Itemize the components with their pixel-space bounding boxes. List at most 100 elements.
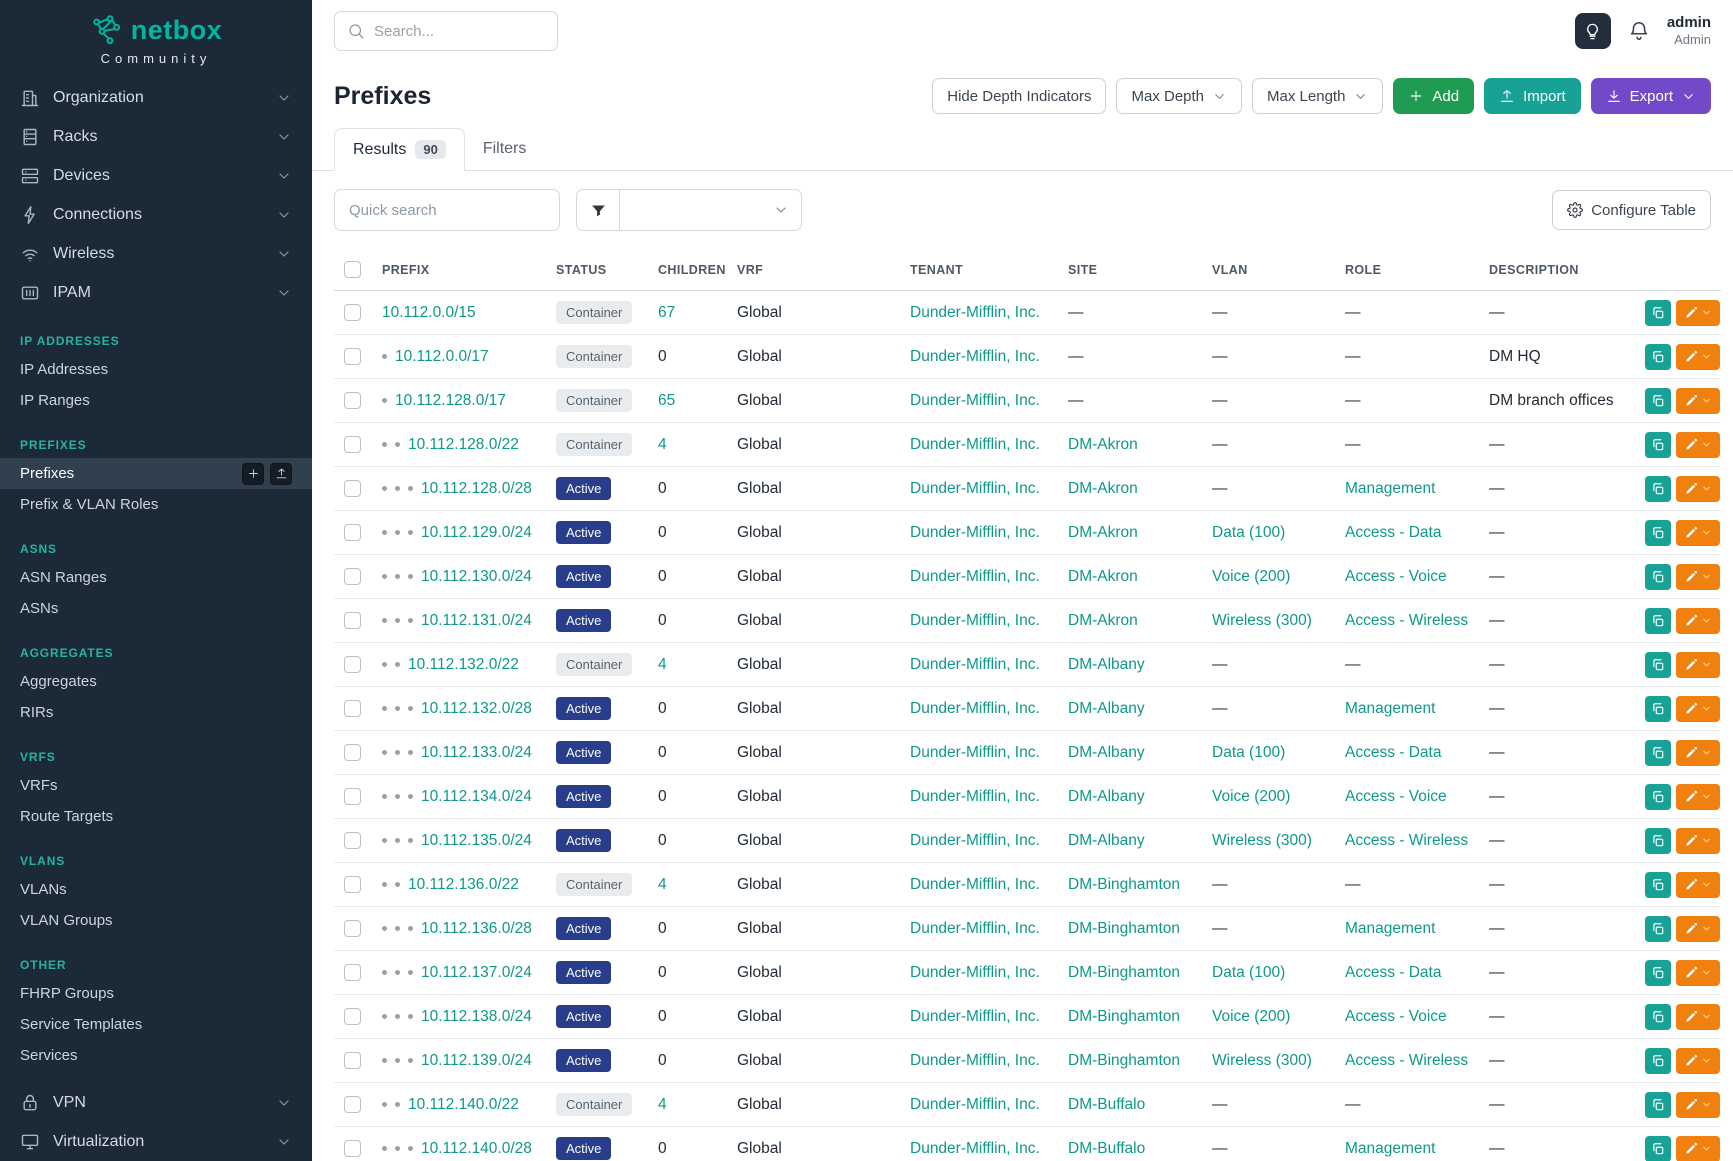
column-header-description[interactable]: DESCRIPTION xyxy=(1479,249,1635,291)
sidebar-item-ipam[interactable]: IPAM xyxy=(0,273,312,312)
row-checkbox[interactable] xyxy=(344,1008,361,1025)
tenant-link[interactable]: Dunder-Mifflin, Inc. xyxy=(910,964,1040,981)
role-link[interactable]: Access - Wireless xyxy=(1345,1052,1468,1069)
tenant-link[interactable]: Dunder-Mifflin, Inc. xyxy=(910,392,1040,409)
prefix-link[interactable]: 10.112.131.0/24 xyxy=(421,612,532,629)
clone-button[interactable] xyxy=(1645,608,1671,634)
clone-button[interactable] xyxy=(1645,872,1671,898)
tenant-link[interactable]: Dunder-Mifflin, Inc. xyxy=(910,788,1040,805)
vlan-link[interactable]: Voice (200) xyxy=(1212,1008,1290,1025)
edit-button[interactable] xyxy=(1676,608,1720,634)
sidebar-item-asn-ranges[interactable]: ASN Ranges xyxy=(0,562,312,593)
sidebar-item-connections[interactable]: Connections xyxy=(0,195,312,234)
edit-button[interactable] xyxy=(1676,740,1720,766)
edit-button[interactable] xyxy=(1676,344,1720,370)
prefix-link[interactable]: 10.112.130.0/24 xyxy=(421,568,532,585)
sidebar-item-virtualization[interactable]: Virtualization xyxy=(0,1122,312,1161)
edit-button[interactable] xyxy=(1676,696,1720,722)
site-link[interactable]: DM-Akron xyxy=(1068,612,1138,629)
prefix-link[interactable]: 10.112.128.0/22 xyxy=(408,436,519,453)
clone-button[interactable] xyxy=(1645,1048,1671,1074)
column-header-children[interactable]: CHILDREN xyxy=(648,249,727,291)
sidebar-item-fhrp-groups[interactable]: FHRP Groups xyxy=(0,978,312,1009)
edit-button[interactable] xyxy=(1676,960,1720,986)
role-link[interactable]: Management xyxy=(1345,920,1435,937)
row-checkbox[interactable] xyxy=(344,436,361,453)
column-header-tenant[interactable]: TENANT xyxy=(900,249,1058,291)
prefix-link[interactable]: 10.112.137.0/24 xyxy=(421,964,532,981)
clone-button[interactable] xyxy=(1645,916,1671,942)
prefix-link[interactable]: 10.112.136.0/28 xyxy=(421,920,532,937)
edit-button[interactable] xyxy=(1676,300,1720,326)
row-checkbox[interactable] xyxy=(344,964,361,981)
tenant-link[interactable]: Dunder-Mifflin, Inc. xyxy=(910,612,1040,629)
role-link[interactable]: Management xyxy=(1345,700,1435,717)
prefix-link[interactable]: 10.112.140.0/22 xyxy=(408,1096,519,1113)
row-checkbox[interactable] xyxy=(344,1052,361,1069)
tenant-link[interactable]: Dunder-Mifflin, Inc. xyxy=(910,304,1040,321)
tenant-link[interactable]: Dunder-Mifflin, Inc. xyxy=(910,1008,1040,1025)
row-checkbox[interactable] xyxy=(344,744,361,761)
clone-button[interactable] xyxy=(1645,476,1671,502)
edit-button[interactable] xyxy=(1676,652,1720,678)
edit-button[interactable] xyxy=(1676,1048,1720,1074)
add-button[interactable]: Add xyxy=(1393,78,1474,114)
tenant-link[interactable]: Dunder-Mifflin, Inc. xyxy=(910,436,1040,453)
prefix-link[interactable]: 10.112.128.0/28 xyxy=(421,480,532,497)
vlan-link[interactable]: Wireless (300) xyxy=(1212,832,1312,849)
prefix-link[interactable]: 10.112.138.0/24 xyxy=(421,1008,532,1025)
sidebar-item-devices[interactable]: Devices xyxy=(0,156,312,195)
row-checkbox[interactable] xyxy=(344,656,361,673)
role-link[interactable]: Access - Data xyxy=(1345,744,1441,761)
clone-button[interactable] xyxy=(1645,652,1671,678)
site-link[interactable]: DM-Albany xyxy=(1068,788,1145,805)
role-link[interactable]: Access - Data xyxy=(1345,964,1441,981)
column-header-vlan[interactable]: VLAN xyxy=(1202,249,1335,291)
site-link[interactable]: DM-Akron xyxy=(1068,436,1138,453)
tenant-link[interactable]: Dunder-Mifflin, Inc. xyxy=(910,1052,1040,1069)
tenant-link[interactable]: Dunder-Mifflin, Inc. xyxy=(910,656,1040,673)
tenant-link[interactable]: Dunder-Mifflin, Inc. xyxy=(910,876,1040,893)
site-link[interactable]: DM-Akron xyxy=(1068,568,1138,585)
site-link[interactable]: DM-Albany xyxy=(1068,744,1145,761)
site-link[interactable]: DM-Albany xyxy=(1068,656,1145,673)
vlan-link[interactable]: Wireless (300) xyxy=(1212,612,1312,629)
import-button[interactable]: Import xyxy=(1484,78,1581,114)
tenant-link[interactable]: Dunder-Mifflin, Inc. xyxy=(910,832,1040,849)
sidebar-item-organization[interactable]: Organization xyxy=(0,78,312,117)
vlan-link[interactable]: Voice (200) xyxy=(1212,788,1290,805)
vlan-link[interactable]: Voice (200) xyxy=(1212,568,1290,585)
tenant-link[interactable]: Dunder-Mifflin, Inc. xyxy=(910,700,1040,717)
tenant-link[interactable]: Dunder-Mifflin, Inc. xyxy=(910,524,1040,541)
tab-filters[interactable]: Filters xyxy=(465,128,545,170)
site-link[interactable]: DM-Albany xyxy=(1068,700,1145,717)
edit-button[interactable] xyxy=(1676,1004,1720,1030)
prefix-link[interactable]: 10.112.140.0/28 xyxy=(421,1140,532,1157)
edit-button[interactable] xyxy=(1676,828,1720,854)
row-checkbox[interactable] xyxy=(344,920,361,937)
sidebar-item-wireless[interactable]: Wireless xyxy=(0,234,312,273)
edit-button[interactable] xyxy=(1676,388,1720,414)
row-checkbox[interactable] xyxy=(344,392,361,409)
clone-button[interactable] xyxy=(1645,344,1671,370)
hide-depth-indicators-button[interactable]: Hide Depth Indicators xyxy=(932,78,1106,114)
vlan-link[interactable]: Data (100) xyxy=(1212,744,1285,761)
role-link[interactable]: Access - Voice xyxy=(1345,568,1447,585)
site-link[interactable]: DM-Binghamton xyxy=(1068,1008,1180,1025)
max-length-dropdown[interactable]: Max Length xyxy=(1252,78,1383,114)
clone-button[interactable] xyxy=(1645,960,1671,986)
prefix-link[interactable]: 10.112.129.0/24 xyxy=(421,524,532,541)
column-header-role[interactable]: ROLE xyxy=(1335,249,1479,291)
sidebar-item-vrfs[interactable]: VRFs xyxy=(0,770,312,801)
vlan-link[interactable]: Data (100) xyxy=(1212,964,1285,981)
export-button[interactable]: Export xyxy=(1591,78,1711,114)
role-link[interactable]: Access - Wireless xyxy=(1345,612,1468,629)
children-link[interactable]: 67 xyxy=(658,304,675,321)
prefix-link[interactable]: 10.112.0.0/15 xyxy=(382,304,476,321)
sidebar-item-prefix-vlan-roles[interactable]: Prefix & VLAN Roles xyxy=(0,489,312,520)
site-link[interactable]: DM-Buffalo xyxy=(1068,1096,1145,1113)
sidebar-item-ip-ranges[interactable]: IP Ranges xyxy=(0,385,312,416)
edit-button[interactable] xyxy=(1676,916,1720,942)
clone-button[interactable] xyxy=(1645,520,1671,546)
prefix-link[interactable]: 10.112.132.0/22 xyxy=(408,656,519,673)
